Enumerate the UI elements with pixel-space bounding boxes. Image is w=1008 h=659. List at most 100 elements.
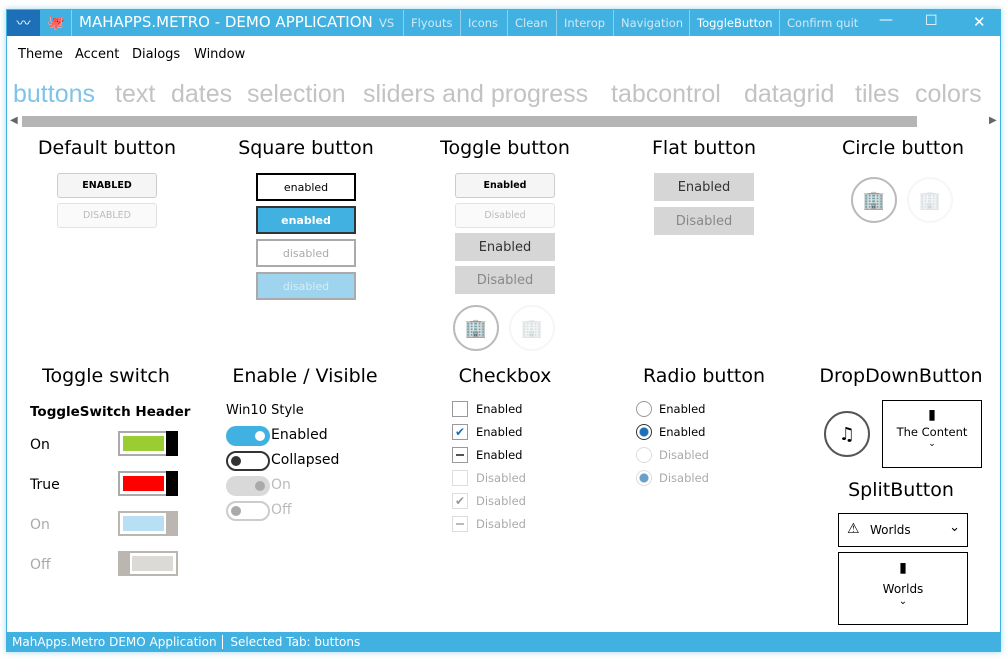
split-button-vertical[interactable]: ▮ Worlds ⌄ bbox=[838, 552, 968, 625]
title-button-interop[interactable]: Interop bbox=[556, 10, 612, 36]
split-button-heading: SplitButton bbox=[848, 479, 954, 501]
toggle-switch-true[interactable] bbox=[118, 471, 178, 496]
toggle-switch-label: Off bbox=[30, 557, 51, 573]
toggle-enabled-button[interactable]: Enabled bbox=[455, 173, 555, 198]
win10-switch-collapsed[interactable] bbox=[226, 451, 270, 471]
warning-icon: ⚠ bbox=[847, 521, 860, 537]
radio-unchecked[interactable] bbox=[636, 401, 652, 417]
check-icon: ✔ bbox=[454, 494, 466, 508]
split-button-label: Worlds bbox=[882, 582, 924, 596]
enable-visible-heading: Enable / Visible bbox=[232, 365, 378, 387]
checkbox-label: Enabled bbox=[476, 425, 523, 439]
menu-dialogs[interactable]: Dialogs bbox=[132, 47, 180, 62]
tab-sliders-and-progress[interactable]: sliders and progress bbox=[363, 80, 588, 109]
checkbox-disabled-unchecked bbox=[452, 470, 468, 486]
tab-tabcontrol[interactable]: tabcontrol bbox=[611, 80, 721, 109]
title-button-confirm-quit[interactable]: Confirm quit bbox=[779, 10, 865, 36]
toggle-switch-on[interactable] bbox=[118, 431, 178, 456]
toggle-switch-heading: Toggle switch bbox=[42, 365, 170, 387]
tab-buttons[interactable]: buttons bbox=[13, 80, 95, 109]
book-icon: ▮ bbox=[899, 560, 907, 576]
toggle-switch-label: On bbox=[30, 437, 50, 453]
close-button[interactable]: ✕ bbox=[973, 13, 986, 31]
flat-button-heading: Flat button bbox=[651, 137, 756, 159]
radio-disabled bbox=[636, 447, 652, 463]
flat-disabled-button: Disabled bbox=[654, 207, 754, 235]
checkbox-heading: Checkbox bbox=[458, 365, 552, 387]
circle-disabled-button: 🏢 bbox=[907, 177, 953, 223]
toggle-switch-label: True bbox=[30, 477, 60, 493]
checkbox-indeterminate[interactable] bbox=[452, 447, 468, 463]
win10-switch-label: Enabled bbox=[271, 427, 328, 443]
scroll-left-icon[interactable]: ◀ bbox=[10, 115, 18, 126]
toggle-flat-enabled-button[interactable]: Enabled bbox=[455, 233, 555, 261]
checkbox-label: Enabled bbox=[476, 448, 523, 462]
mustache-logo-icon: 〰 bbox=[7, 10, 40, 36]
default-button-heading: Default button bbox=[37, 137, 177, 159]
tab-dates[interactable]: dates bbox=[171, 80, 232, 109]
tab-selection[interactable]: selection bbox=[247, 80, 346, 109]
tab-text[interactable]: text bbox=[115, 80, 155, 109]
toggle-flat-disabled-button: Disabled bbox=[455, 266, 555, 294]
toggle-circle-disabled-button: 🏢 bbox=[509, 305, 555, 351]
book-icon: ▮ bbox=[928, 407, 936, 423]
checkbox-label: Enabled bbox=[476, 402, 523, 416]
radio-label: Enabled bbox=[659, 425, 706, 439]
square-enabled-accent-button[interactable]: enabled bbox=[256, 206, 356, 234]
checkbox-checked[interactable]: ✔ bbox=[452, 424, 468, 440]
flat-enabled-button[interactable]: Enabled bbox=[654, 173, 754, 201]
split-button[interactable]: ⚠ Worlds ⌄ bbox=[838, 513, 968, 547]
radio-label: Enabled bbox=[659, 402, 706, 416]
radio-label: Disabled bbox=[659, 471, 709, 485]
win10-switch-label: Collapsed bbox=[271, 452, 340, 468]
square-button-heading: Square button bbox=[238, 137, 374, 159]
maximize-button[interactable]: ☐ bbox=[925, 13, 938, 29]
github-icon[interactable]: 🐙 bbox=[47, 15, 64, 31]
title-button-navigation[interactable]: Navigation bbox=[613, 10, 690, 36]
win10-switch-label: On bbox=[271, 477, 291, 493]
title-button-togglebutton[interactable]: ToggleButton bbox=[689, 10, 780, 36]
tab-tiles[interactable]: tiles bbox=[855, 80, 899, 109]
content-dropdown-button[interactable]: ▮ The Content ⌄ bbox=[882, 400, 982, 468]
win10-switch-label: Off bbox=[271, 502, 292, 518]
square-enabled-button[interactable]: enabled bbox=[256, 173, 356, 201]
win10-switch-enabled[interactable] bbox=[226, 426, 270, 446]
chevron-down-icon: ⌄ bbox=[898, 596, 908, 607]
square-disabled-button: disabled bbox=[256, 239, 356, 267]
minimize-button[interactable]: — bbox=[879, 12, 893, 28]
tabs-scrollbar[interactable] bbox=[22, 116, 917, 127]
music-note-icon: ♫ bbox=[838, 423, 856, 445]
toggle-switch-header: ToggleSwitch Header bbox=[30, 404, 191, 420]
chevron-down-icon[interactable]: ⌄ bbox=[949, 520, 960, 535]
toggle-disabled-button: Disabled bbox=[455, 203, 555, 228]
buildings-icon: 🏢 bbox=[918, 189, 942, 211]
dash-icon bbox=[456, 454, 464, 456]
tab-colors[interactable]: colors bbox=[915, 80, 982, 109]
square-disabled-accent-button: disabled bbox=[256, 272, 356, 300]
tab-datagrid[interactable]: datagrid bbox=[744, 80, 834, 109]
buildings-icon: 🏢 bbox=[520, 317, 544, 339]
checkbox-label: Disabled bbox=[476, 494, 526, 508]
main-window: 〰 🐙 MAHAPPS.METRO - DEMO APPLICATION VS … bbox=[6, 9, 1001, 652]
title-button-icons[interactable]: Icons bbox=[460, 10, 505, 36]
default-disabled-button: DISABLED bbox=[57, 203, 157, 228]
music-dropdown-button[interactable]: ♫ bbox=[824, 411, 870, 457]
menu-window[interactable]: Window bbox=[194, 47, 245, 62]
menu-theme[interactable]: Theme bbox=[18, 47, 63, 62]
dropdown-content-label: The Content bbox=[896, 425, 968, 439]
menu-accent[interactable]: Accent bbox=[75, 47, 119, 62]
buildings-icon: 🏢 bbox=[862, 189, 886, 211]
radio-disabled-checked bbox=[636, 470, 652, 486]
radio-checked[interactable] bbox=[636, 424, 652, 440]
title-button-flyouts[interactable]: Flyouts bbox=[403, 10, 459, 36]
scroll-right-icon[interactable]: ▶ bbox=[989, 115, 997, 126]
default-enabled-button[interactable]: ENABLED bbox=[57, 173, 157, 198]
checkbox-unchecked[interactable] bbox=[452, 401, 468, 417]
checkbox-disabled-indeterminate bbox=[452, 516, 468, 532]
split-button-label: Worlds bbox=[870, 523, 911, 537]
title-button-clean[interactable]: Clean bbox=[507, 10, 555, 36]
title-button-vs[interactable]: VS bbox=[372, 10, 401, 36]
circle-enabled-button[interactable]: 🏢 bbox=[851, 177, 897, 223]
toggle-switch-on-disabled bbox=[118, 511, 178, 536]
toggle-circle-button[interactable]: 🏢 bbox=[453, 305, 499, 351]
